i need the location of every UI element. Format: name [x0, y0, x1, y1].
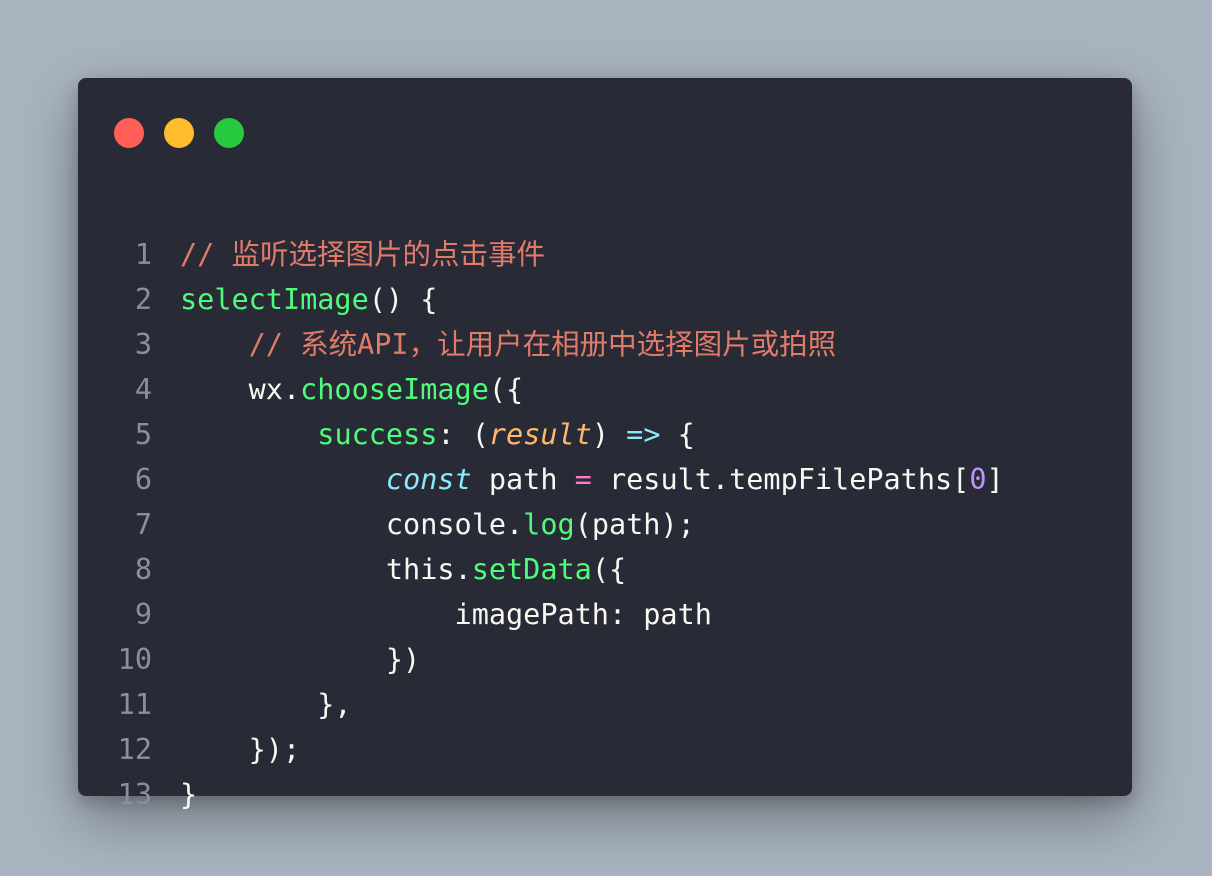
code-token: }): [180, 643, 421, 676]
code-line: 4 wx.chooseImage({: [78, 367, 1132, 412]
code-text: }): [180, 637, 420, 682]
code-text: success: (result) => {: [180, 412, 695, 457]
code-token: result: [488, 418, 592, 451]
line-number: 12: [117, 733, 152, 766]
code-token: },: [180, 688, 352, 721]
code-token: // 监听选择图片的点击事件: [180, 238, 545, 271]
code-token: imagePath: path: [180, 598, 712, 631]
minimize-dot[interactable]: [164, 118, 194, 148]
maximize-dot[interactable]: [214, 118, 244, 148]
code-token: =: [574, 463, 592, 496]
code-text: });: [180, 727, 300, 772]
code-text: // 系统API，让用户在相册中选择图片或拍照: [180, 322, 836, 367]
code-token: success: [317, 418, 438, 451]
line-number: 8: [134, 553, 152, 586]
code-text: const path = result.tempFilePaths[0]: [180, 457, 1004, 502]
code-text: this.setData({: [180, 547, 626, 592]
code-token: wx.: [180, 373, 301, 406]
code-token: chooseImage: [300, 373, 489, 406]
code-token: ({: [591, 553, 627, 586]
code-line: 13}: [78, 772, 1132, 817]
code-line: 7 console.log(path);: [78, 502, 1132, 547]
line-number: 4: [134, 373, 152, 406]
code-token: ]: [986, 463, 1004, 496]
code-line: 1 // 监听选择图片的点击事件: [78, 232, 1132, 277]
line-number: 9: [134, 598, 152, 631]
line-number: 13: [117, 778, 152, 811]
line-number: 2: [134, 283, 152, 316]
line-number: 1: [134, 238, 152, 271]
code-line: 9 imagePath: path: [78, 592, 1132, 637]
code-line: 2 selectImage() {: [78, 277, 1132, 322]
code-text: }: [180, 772, 197, 817]
code-text: console.log(path);: [180, 502, 695, 547]
code-line: 5 success: (result) => {: [78, 412, 1132, 457]
code-token: const: [385, 463, 472, 496]
line-number: 6: [134, 463, 152, 496]
code-line: 3 // 系统API，让用户在相册中选择图片或拍照: [78, 322, 1132, 367]
code-token: ({: [488, 373, 524, 406]
code-text: wx.chooseImage({: [180, 367, 524, 412]
line-number: 11: [117, 688, 152, 721]
code-token: setData: [471, 553, 592, 586]
code-token: log: [523, 508, 575, 541]
code-token: }: [180, 778, 198, 811]
code-token: path: [471, 463, 575, 496]
code-token: =>: [626, 418, 661, 451]
code-line: 12 });: [78, 727, 1132, 772]
code-line: 6 const path = result.tempFilePaths[0]: [78, 457, 1132, 502]
code-text: imagePath: path: [180, 592, 712, 637]
code-token: selectImage: [180, 283, 369, 316]
code-token: ): [591, 418, 627, 451]
code-token: 0: [969, 463, 987, 496]
line-number: 5: [134, 418, 152, 451]
code-token: result.tempFilePaths[: [591, 463, 970, 496]
code-token: () {: [368, 283, 438, 316]
code-text: selectImage() {: [180, 277, 437, 322]
code-token: console.: [180, 508, 524, 541]
code-token: : (: [437, 418, 489, 451]
code-line: 10 }): [78, 637, 1132, 682]
code-token: (path);: [574, 508, 695, 541]
code-token: {: [660, 418, 695, 451]
code-text: },: [180, 682, 352, 727]
code-line: 11 },: [78, 682, 1132, 727]
close-dot[interactable]: [114, 118, 144, 148]
line-number: 7: [134, 508, 152, 541]
code-text: // 监听选择图片的点击事件: [180, 232, 545, 277]
code-token: });: [180, 733, 301, 766]
code-token: this.: [180, 553, 472, 586]
line-number: 3: [134, 328, 152, 361]
code-token: // 系统API，让用户在相册中选择图片或拍照: [248, 328, 837, 361]
code-window: 1// 监听选择图片的点击事件 2 selectImage() {3 // 系统AP…: [78, 78, 1132, 811]
line-number: 10: [117, 643, 152, 676]
code-line: 8 this.setData({: [78, 547, 1132, 592]
